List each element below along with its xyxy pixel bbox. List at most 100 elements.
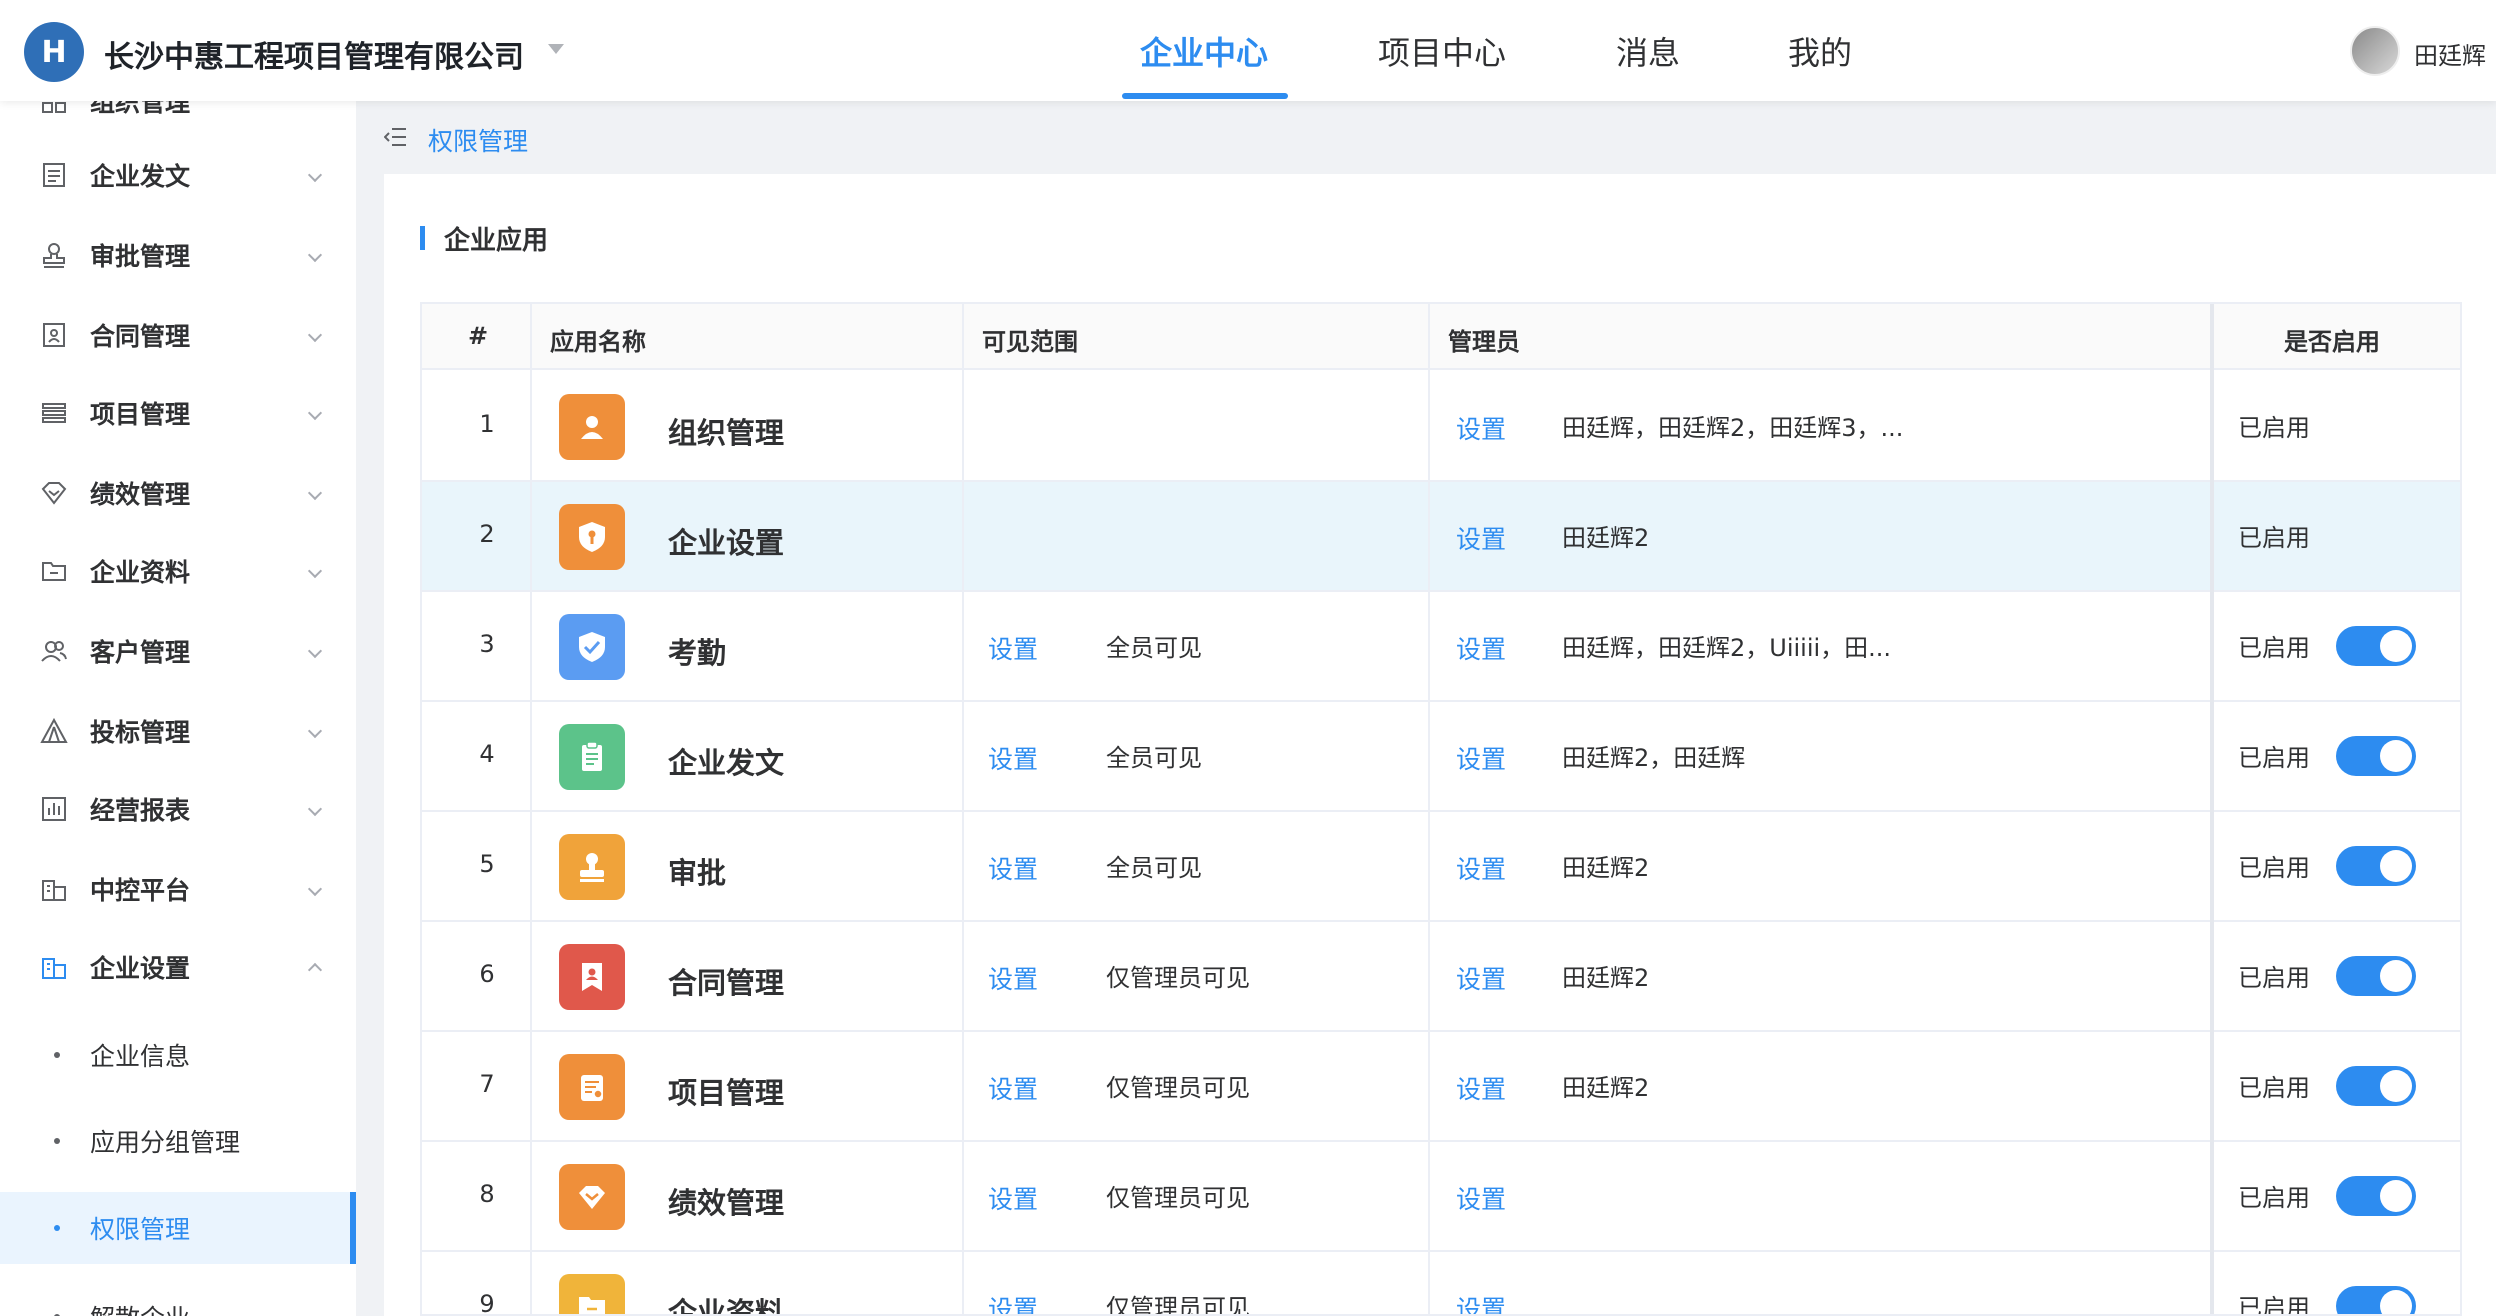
table-row[interactable]: 9 企业资料 设置 仅管理员可见 设置 已启用 xyxy=(422,1252,2460,1316)
admins-set-link[interactable]: 设置 xyxy=(1456,850,1506,886)
column-divider xyxy=(1428,304,1430,1314)
visibility-set-link[interactable]: 设置 xyxy=(988,850,1038,886)
toggle-knob xyxy=(2380,960,2412,992)
visibility-value: 全员可见 xyxy=(1106,634,1202,662)
app-name: 项目管理 xyxy=(668,1076,785,1110)
visibility-set-link[interactable]: 设置 xyxy=(988,1070,1038,1106)
sidebar-item-label: 绩效管理 xyxy=(90,480,191,509)
avatar[interactable] xyxy=(2350,26,2400,76)
admins-set-link[interactable]: 设置 xyxy=(1456,1290,1506,1314)
table-row[interactable]: 8 绩效管理 设置 仅管理员可见 设置 已启用 xyxy=(422,1142,2460,1252)
triangle-icon xyxy=(40,717,68,745)
visibility-set-link[interactable]: 设置 xyxy=(988,1180,1038,1216)
enabled-toggle[interactable] xyxy=(2336,846,2416,886)
status-text: 已启用 xyxy=(2238,524,2310,552)
row-index: 6 xyxy=(479,960,495,988)
toggle-knob xyxy=(2380,740,2412,772)
table-row[interactable]: 7 项目管理 设置 仅管理员可见 设置 田廷辉2 已启用 xyxy=(422,1032,2460,1142)
nav-enterprise-center[interactable]: 企业中心 xyxy=(1140,28,1268,74)
app-name: 企业资料 xyxy=(668,1296,785,1316)
chevron-down-icon xyxy=(307,723,323,739)
sidebar-item-documents[interactable]: 企业发文 xyxy=(0,145,356,205)
app-name: 考勤 xyxy=(668,636,727,670)
admins-set-link[interactable]: 设置 xyxy=(1456,410,1506,446)
sidebar-item-approval[interactable]: 审批管理 xyxy=(0,225,356,285)
sidebar-item-organization[interactable]: 组织管理 xyxy=(0,101,356,131)
chevron-down-icon xyxy=(307,801,323,817)
sidebar-item-customer[interactable]: 客户管理 xyxy=(0,621,356,681)
visibility-set-link[interactable]: 设置 xyxy=(988,740,1038,776)
sidebar-item-bidding[interactable]: 投标管理 xyxy=(0,701,356,761)
app-name: 审批 xyxy=(668,856,727,890)
menu-fold-icon[interactable] xyxy=(383,126,408,148)
enabled-toggle[interactable] xyxy=(2336,956,2416,996)
sidebar-item-label: 项目管理 xyxy=(90,400,191,429)
sidebar-subitem-permissions[interactable]: 权限管理 xyxy=(0,1192,356,1264)
sidebar-item-control[interactable]: 中控平台 xyxy=(0,859,356,919)
enabled-toggle[interactable] xyxy=(2336,626,2416,666)
row-index: 1 xyxy=(479,410,495,438)
enabled-toggle[interactable] xyxy=(2336,1286,2416,1314)
breadcrumb[interactable]: 权限管理 xyxy=(428,122,528,158)
visibility-set-link[interactable]: 设置 xyxy=(988,630,1038,666)
sidebar-item-reports[interactable]: 经营报表 xyxy=(0,779,356,839)
admins-set-link[interactable]: 设置 xyxy=(1456,1180,1506,1216)
visibility-set-link[interactable]: 设置 xyxy=(988,1290,1038,1314)
table-header: # 应用名称 可见范围 管理员 是否启用 xyxy=(422,304,2460,370)
chevron-down-icon xyxy=(307,563,323,579)
nav-project-center[interactable]: 项目中心 xyxy=(1378,28,1506,74)
sidebar-item-enterprise-settings[interactable]: 企业设置 xyxy=(0,937,356,997)
folder-icon xyxy=(40,557,68,585)
table-row[interactable]: 2 企业设置 设置 田廷辉2 已启用 xyxy=(422,482,2460,592)
chevron-down-icon xyxy=(307,247,323,263)
admins-set-link[interactable]: 设置 xyxy=(1456,1070,1506,1106)
toggle-knob xyxy=(2380,850,2412,882)
nav-messages[interactable]: 消息 xyxy=(1616,28,1680,74)
admins-set-link[interactable]: 设置 xyxy=(1456,520,1506,556)
table-row[interactable]: 6 合同管理 设置 仅管理员可见 设置 田廷辉2 已启用 xyxy=(422,922,2460,1032)
sidebar-subitem-dissolve[interactable]: 解散企业 xyxy=(0,1281,356,1316)
admins-set-link[interactable]: 设置 xyxy=(1456,630,1506,666)
admins-value: 田廷辉2 xyxy=(1562,1074,1650,1102)
table-row[interactable]: 5 审批 设置 全员可见 设置 田廷辉2 已启用 xyxy=(422,812,2460,922)
document-icon xyxy=(40,161,68,189)
status-text: 已启用 xyxy=(2238,744,2310,772)
sidebar-subitem-label: 解散企业 xyxy=(90,1299,190,1316)
building-icon xyxy=(40,875,68,903)
row-index: 7 xyxy=(479,1070,495,1098)
nav-mine[interactable]: 我的 xyxy=(1788,28,1852,74)
table-row[interactable]: 4 企业发文 设置 全员可见 设置 田廷辉2，田廷辉 已启用 xyxy=(422,702,2460,812)
active-indicator xyxy=(350,1192,356,1264)
table-row[interactable]: 1 组织管理 设置 田廷辉，田廷辉2，田廷辉3，... 已启用 xyxy=(422,372,2460,482)
chevron-down-icon xyxy=(307,881,323,897)
visibility-value: 仅管理员可见 xyxy=(1106,1184,1250,1212)
chart-icon xyxy=(40,795,68,823)
visibility-value: 仅管理员可见 xyxy=(1106,964,1250,992)
enabled-toggle[interactable] xyxy=(2336,1176,2416,1216)
sidebar-item-files[interactable]: 企业资料 xyxy=(0,541,356,601)
admins-value: 田廷辉2，田廷辉 xyxy=(1562,744,1746,772)
sidebar-item-performance[interactable]: 绩效管理 xyxy=(0,463,356,523)
enabled-toggle[interactable] xyxy=(2336,1066,2416,1106)
status-text: 已启用 xyxy=(2238,1184,2310,1212)
admins-set-link[interactable]: 设置 xyxy=(1456,740,1506,776)
company-name[interactable]: 长沙中惠工程项目管理有限公司 xyxy=(104,32,524,76)
table-row[interactable]: 3 考勤 设置 全员可见 设置 田廷辉，田廷辉2，Uiiiii，田... 已启用 xyxy=(422,592,2460,702)
status-text: 已启用 xyxy=(2238,1074,2310,1102)
stamp-icon xyxy=(40,241,68,269)
sidebar-item-label: 投标管理 xyxy=(90,718,191,747)
user-name[interactable]: 田廷辉 xyxy=(2414,36,2486,71)
visibility-set-link[interactable]: 设置 xyxy=(988,960,1038,996)
sidebar-subitem-enterprise-info[interactable]: 企业信息 xyxy=(0,1019,356,1091)
enabled-toggle[interactable] xyxy=(2336,736,2416,776)
admins-set-link[interactable]: 设置 xyxy=(1456,960,1506,996)
sidebar-item-project[interactable]: 项目管理 xyxy=(0,383,356,443)
sidebar-subitem-app-groups[interactable]: 应用分组管理 xyxy=(0,1105,356,1177)
sidebar-item-label: 企业资料 xyxy=(90,558,191,587)
sidebar-item-label: 经营报表 xyxy=(90,796,191,825)
chevron-down-icon[interactable] xyxy=(548,44,564,54)
status-text: 已启用 xyxy=(2238,414,2310,442)
sidebar-item-contract[interactable]: 合同管理 xyxy=(0,305,356,365)
company-logo-icon[interactable]: H xyxy=(24,22,84,82)
contract-icon xyxy=(40,321,68,349)
